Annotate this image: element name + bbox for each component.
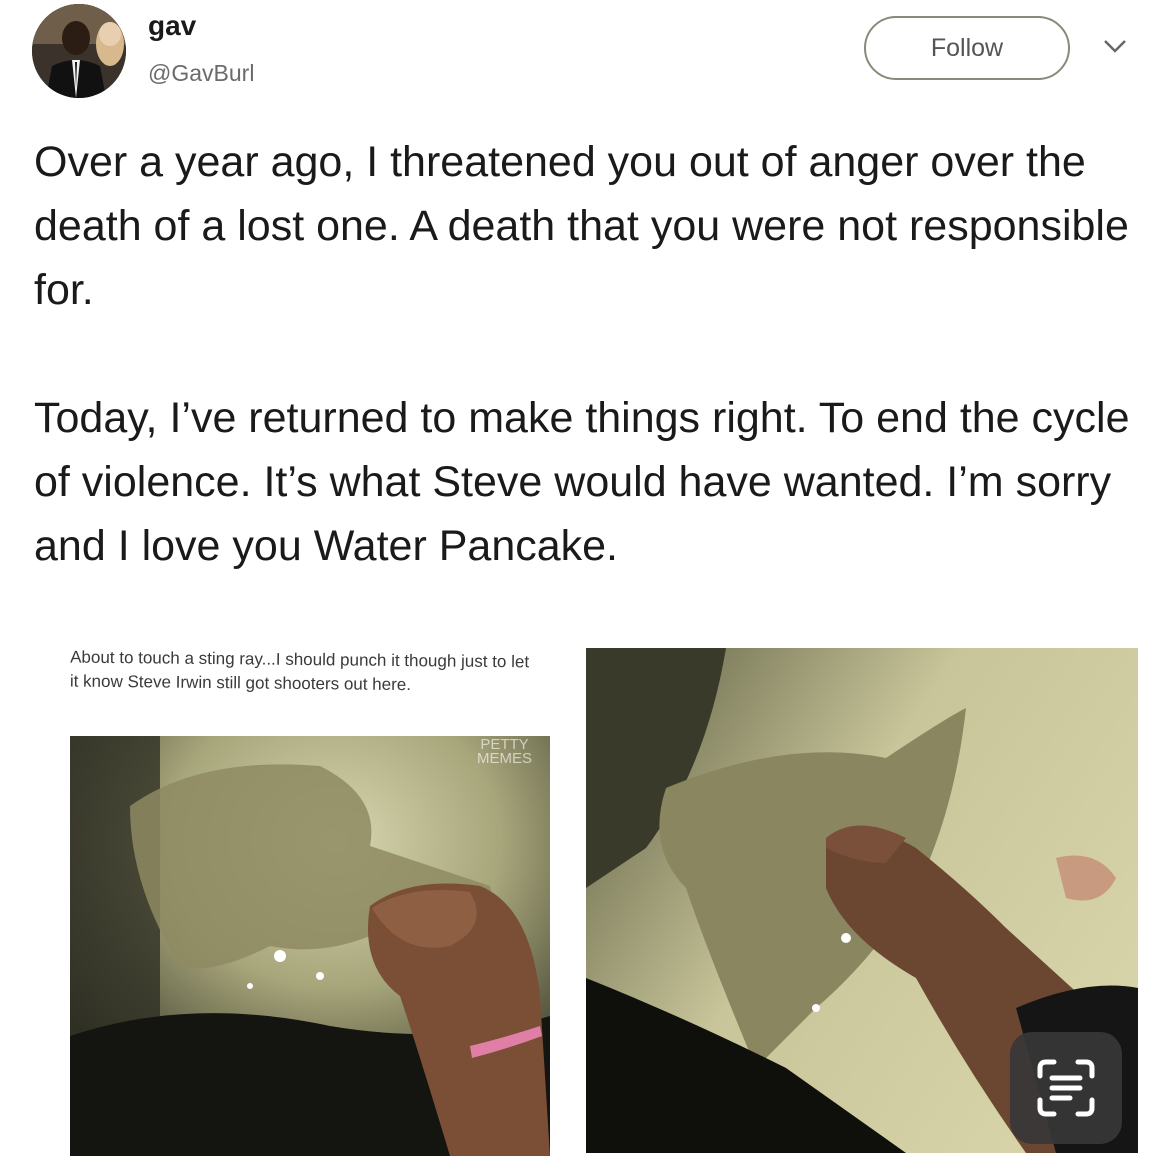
tweet-paragraph-1: Over a year ago, I threatened you out of… — [34, 138, 1129, 314]
follow-button[interactable]: Follow — [864, 16, 1070, 80]
user-handle[interactable]: @GavBurl — [148, 60, 254, 87]
tweet-text: Over a year ago, I threatened you out of… — [34, 130, 1144, 578]
stingray-punch-photo: PETTY MEMES — [70, 736, 550, 1156]
display-name[interactable]: gav — [148, 10, 196, 42]
watermark-line-2: MEMES — [476, 750, 532, 767]
tweet-paragraph-2: Today, I’ve returned to make things righ… — [34, 394, 1130, 570]
chevron-down-icon[interactable] — [1102, 38, 1128, 54]
avatar[interactable] — [32, 4, 126, 98]
watermark: PETTY MEMES — [476, 737, 532, 767]
meme-caption: About to touch a sting ray...I should pu… — [69, 647, 530, 695]
meme-image[interactable]: About to touch a sting ray...I should pu… — [42, 636, 572, 1156]
text-scan-icon[interactable] — [1010, 1032, 1122, 1144]
